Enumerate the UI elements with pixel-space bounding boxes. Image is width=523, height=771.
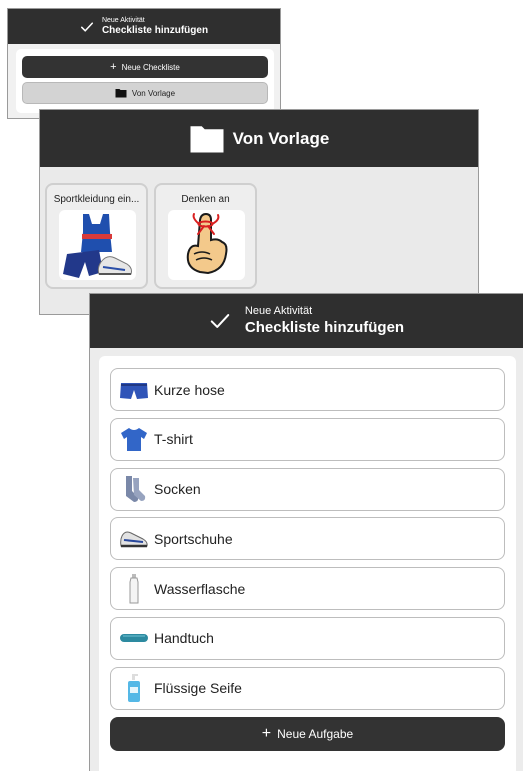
header-subtitle: Neue Aktivität <box>244 305 313 317</box>
check-icon[interactable] <box>80 20 94 34</box>
finger-reminder-image <box>168 210 245 280</box>
header: Von Vorlage <box>40 110 478 167</box>
from-template-label: Von Vorlage <box>131 88 176 98</box>
task-item-tshirt[interactable]: T-shirt <box>110 417 505 461</box>
header-subtitle: Neue Aktivität <box>101 16 145 24</box>
task-item-water-bottle[interactable]: Wasserflasche <box>110 567 505 611</box>
checklist-task-panel: Neue Aktivität Checkliste hinzufügen Kur… <box>89 293 523 771</box>
new-checklist-label: Neue Checkliste <box>121 62 180 72</box>
template-label: Sportkleidung ein... <box>53 194 140 205</box>
template-label: Denken an <box>181 194 230 205</box>
check-icon[interactable] <box>209 310 231 332</box>
template-card-sportswear[interactable]: Sportkleidung ein... <box>45 183 148 289</box>
task-label: T-shirt <box>154 431 193 448</box>
header: Neue Aktivität Checkliste hinzufügen <box>8 9 280 44</box>
plus-icon: + <box>110 61 117 73</box>
tshirt-icon <box>119 424 149 454</box>
task-item-shorts[interactable]: Kurze hose <box>110 368 505 411</box>
task-label: Kurze hose <box>154 381 225 398</box>
task-list: Kurze hose T-shirt Socken Sportschuhe Wa… <box>99 356 516 771</box>
new-checklist-button[interactable]: + Neue Checkliste <box>22 56 268 78</box>
options-card: + Neue Checkliste Von Vorlage <box>16 49 274 113</box>
water-bottle-icon <box>119 573 149 604</box>
sportswear-image <box>59 210 136 280</box>
folder-icon <box>190 125 224 152</box>
header: Neue Aktivität Checkliste hinzufügen <box>90 294 523 348</box>
shorts-icon <box>119 375 149 405</box>
task-label: Handtuch <box>154 630 214 647</box>
soap-icon <box>119 673 149 703</box>
task-item-towel[interactable]: Handtuch <box>110 616 505 660</box>
header-title: Von Vorlage <box>232 128 330 148</box>
folder-icon <box>115 89 127 98</box>
template-picker-panel: Von Vorlage Sportkleidung ein... Denken … <box>39 109 479 315</box>
new-task-button[interactable]: + Neue Aufgabe <box>110 716 505 751</box>
template-card-reminder[interactable]: Denken an <box>154 183 257 289</box>
header-title: Checkliste hinzufügen <box>244 319 405 336</box>
task-label: Wasserflasche <box>154 580 246 597</box>
task-label: Sportschuhe <box>154 530 233 547</box>
plus-icon: + <box>261 724 272 742</box>
new-task-label: Neue Aufgabe <box>277 726 354 741</box>
task-label: Flüssige Seife <box>154 680 242 697</box>
task-label: Socken <box>154 481 201 498</box>
checklist-add-panel-small: Neue Aktivität Checkliste hinzufügen + N… <box>7 8 281 119</box>
socks-icon <box>119 474 149 504</box>
towel-icon <box>119 623 149 653</box>
task-item-liquid-soap[interactable]: Flüssige Seife <box>110 666 505 710</box>
from-template-button[interactable]: Von Vorlage <box>22 82 268 104</box>
sneaker-icon <box>119 524 149 554</box>
task-item-socks[interactable]: Socken <box>110 467 505 511</box>
header-title: Checkliste hinzufügen <box>101 24 209 36</box>
task-item-sneakers[interactable]: Sportschuhe <box>110 517 505 561</box>
